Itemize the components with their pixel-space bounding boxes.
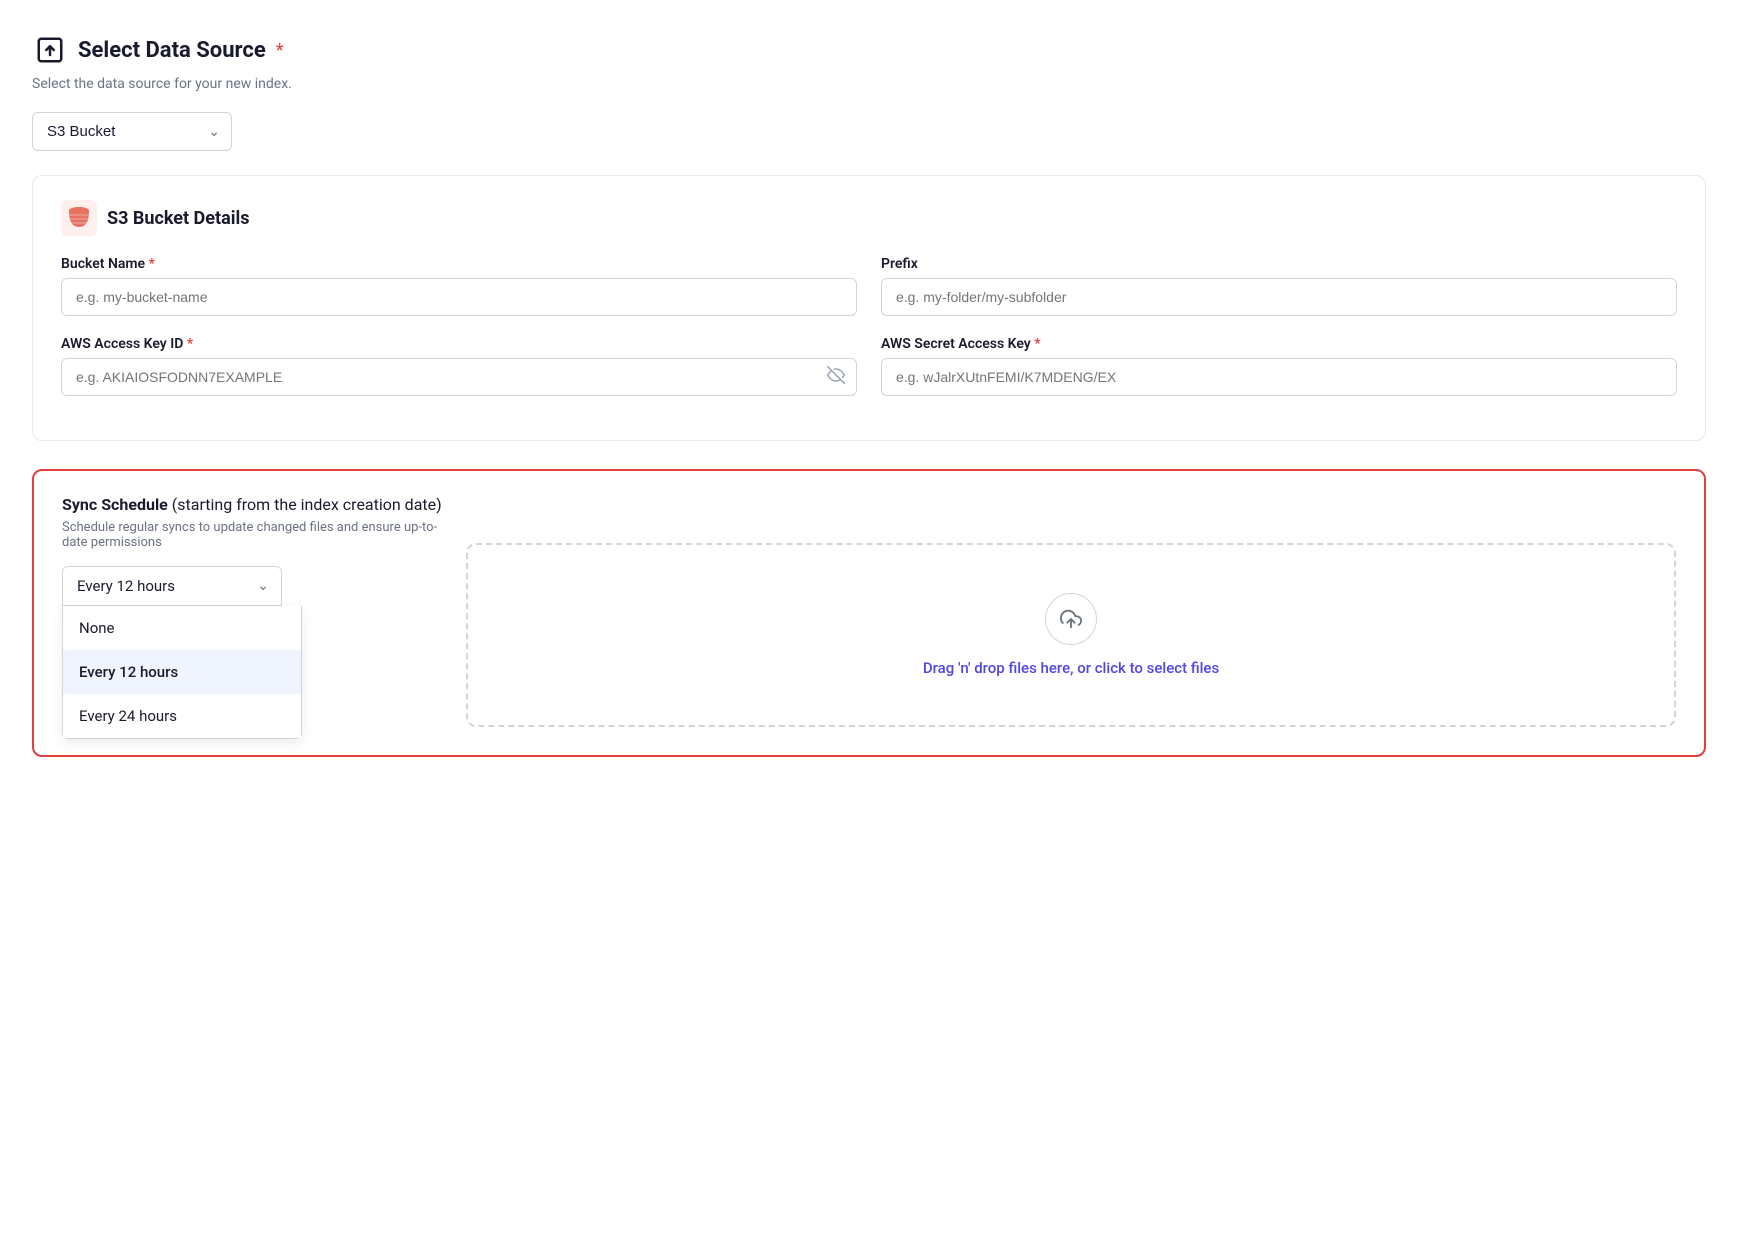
access-key-visibility-icon[interactable]: [827, 366, 845, 388]
page-subtitle: Select the data source for your new inde…: [32, 76, 1706, 92]
access-key-wrapper: [61, 358, 857, 396]
sync-selected-value: Every 12 hours: [77, 577, 175, 595]
s3-bucket-icon: [61, 200, 97, 236]
form-row-2: AWS Access Key ID * AWS S: [61, 336, 1677, 396]
upload-text: Drag 'n' drop files here, or click to se…: [923, 659, 1219, 677]
sync-subtitle: Schedule regular syncs to update changed…: [62, 520, 442, 550]
access-key-required: *: [187, 336, 193, 352]
bucket-name-label: Bucket Name *: [61, 256, 857, 272]
prefix-input[interactable]: [881, 278, 1677, 316]
s3-bucket-details-card: S3 Bucket Details Bucket Name * Prefix A…: [32, 175, 1706, 441]
required-indicator: *: [276, 40, 284, 61]
upload-circle-icon: [1045, 593, 1097, 645]
page-title: Select Data Source: [78, 38, 266, 63]
prefix-field: Prefix: [881, 256, 1677, 316]
upload-area[interactable]: Drag 'n' drop files here, or click to se…: [466, 543, 1676, 727]
card-header: S3 Bucket Details: [61, 200, 1677, 236]
access-key-field: AWS Access Key ID *: [61, 336, 857, 396]
secret-key-field: AWS Secret Access Key *: [881, 336, 1677, 396]
source-dropdown-wrapper: S3 Bucket Google Drive Dropbox Local Fil…: [32, 112, 232, 151]
source-select[interactable]: S3 Bucket Google Drive Dropbox Local Fil…: [32, 112, 232, 151]
sync-layout: Sync Schedule (starting from the index c…: [62, 495, 1676, 727]
sync-dropdown-wrapper: Every 12 hours ⌄ None Every 12 hours Eve…: [62, 566, 282, 606]
sync-dropdown-menu: None Every 12 hours Every 24 hours: [62, 606, 302, 739]
sync-option-none[interactable]: None: [63, 606, 301, 650]
form-row-1: Bucket Name * Prefix: [61, 256, 1677, 316]
secret-key-label: AWS Secret Access Key *: [881, 336, 1677, 352]
sync-right-col: Drag 'n' drop files here, or click to se…: [466, 495, 1676, 727]
access-key-input[interactable]: [61, 358, 857, 396]
sync-title-suffix: (starting from the index creation date): [168, 495, 442, 514]
sync-schedule-section: Sync Schedule (starting from the index c…: [32, 469, 1706, 757]
section-header: Select Data Source *: [32, 32, 1706, 68]
prefix-label: Prefix: [881, 256, 1677, 272]
sync-select-display[interactable]: Every 12 hours ⌄: [62, 566, 282, 606]
data-source-icon: [32, 32, 68, 68]
secret-key-input[interactable]: [881, 358, 1677, 396]
bucket-name-input[interactable]: [61, 278, 857, 316]
bucket-name-required: *: [149, 256, 155, 272]
secret-key-required: *: [1034, 336, 1040, 352]
access-key-label: AWS Access Key ID *: [61, 336, 857, 352]
sync-option-24h[interactable]: Every 24 hours: [63, 694, 301, 738]
sync-title: Sync Schedule (starting from the index c…: [62, 495, 442, 514]
bucket-name-field: Bucket Name *: [61, 256, 857, 316]
card-title: S3 Bucket Details: [107, 208, 249, 229]
sync-left-col: Sync Schedule (starting from the index c…: [62, 495, 442, 606]
sync-option-12h[interactable]: Every 12 hours: [63, 650, 301, 694]
sync-chevron-icon: ⌄: [257, 578, 269, 594]
